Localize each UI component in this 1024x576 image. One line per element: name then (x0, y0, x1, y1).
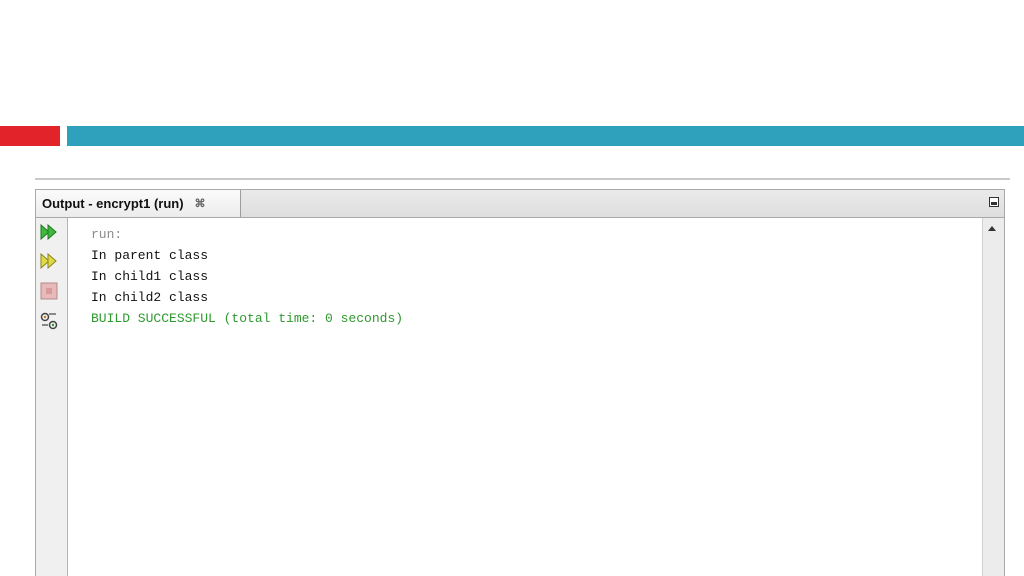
console-line: In child1 class (91, 269, 209, 284)
settings-icon[interactable] (39, 311, 59, 331)
rerun-with-options-icon[interactable] (39, 251, 59, 271)
build-status-line: BUILD SUCCESSFUL (total time: 0 seconds) (91, 311, 404, 326)
stop-icon[interactable] (39, 281, 59, 301)
scroll-up-icon[interactable] (988, 226, 996, 231)
slide: Output - encrypt1 (run) ⌘ run: In parent… (0, 0, 1024, 576)
close-icon[interactable]: ⌘ (195, 197, 206, 210)
output-console[interactable]: run: In parent class In child1 class In … (68, 218, 982, 576)
accent-bar-blue (67, 126, 1024, 146)
console-line: In parent class (91, 248, 209, 263)
tab-title: Output - encrypt1 (run) (42, 196, 184, 211)
output-toolbar (36, 218, 68, 576)
output-window: Output - encrypt1 (run) ⌘ run: In parent… (35, 189, 1005, 576)
accent-bar-red (0, 126, 60, 146)
tab-output[interactable]: Output - encrypt1 (run) ⌘ (36, 190, 241, 217)
rerun-icon[interactable] (39, 222, 59, 242)
minimize-icon[interactable] (989, 197, 999, 207)
tab-bar: Output - encrypt1 (run) ⌘ (36, 190, 1004, 218)
console-lines: run: In parent class In child1 class In … (91, 224, 403, 329)
console-line: In child2 class (91, 290, 209, 305)
vertical-scrollbar[interactable] (982, 218, 1004, 576)
screenshot-border (35, 178, 1010, 180)
console-line-run: run: (91, 227, 123, 242)
